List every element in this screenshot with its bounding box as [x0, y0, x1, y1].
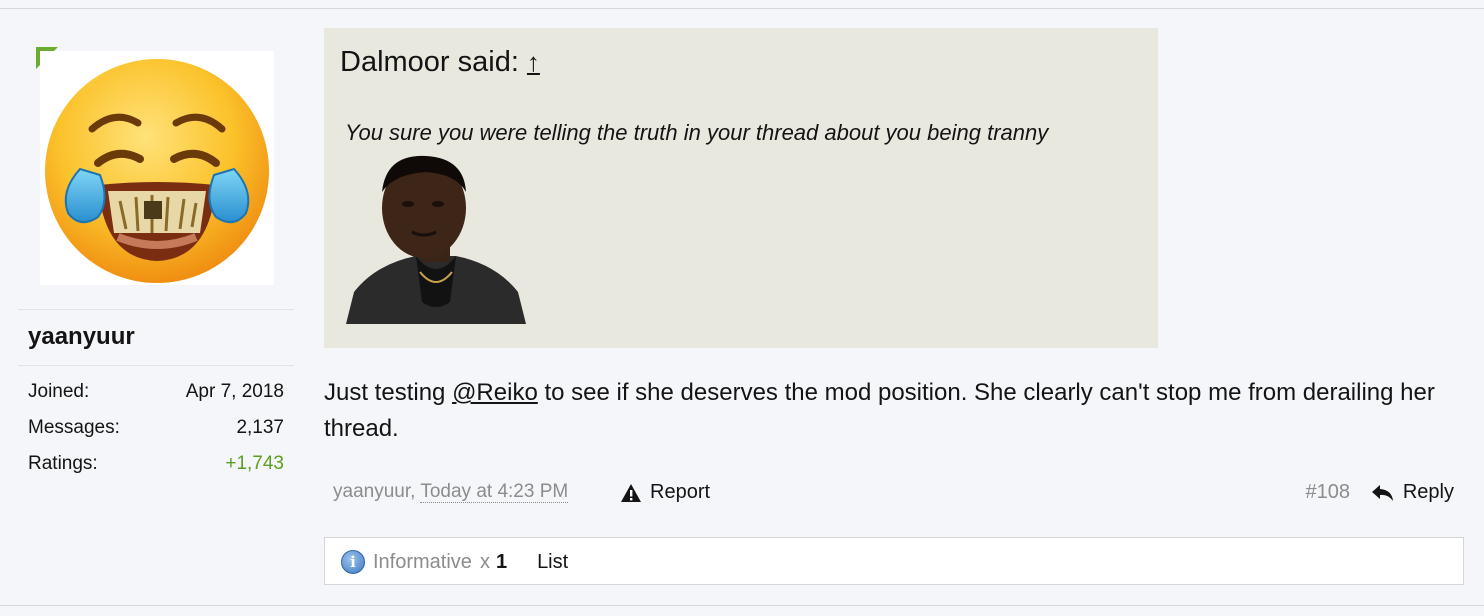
stat-value: +1,743 [225, 453, 284, 474]
forum-post: yaanyuur Joined: Apr 7, 2018 Messages: 2… [0, 8, 1484, 606]
stat-value: 2,137 [236, 417, 284, 438]
avatar[interactable] [40, 51, 274, 285]
reply-label: Reply [1402, 481, 1454, 503]
message-body: Just testing @Reiko to see if she deserv… [324, 375, 1444, 447]
stat-messages: Messages: 2,137 [28, 417, 284, 441]
stat-ratings: Ratings: +1,743 [28, 453, 284, 477]
ratings-bar: i Informative x 1 List [324, 537, 1464, 585]
user-divider-bottom [18, 365, 294, 366]
quoted-image[interactable] [346, 152, 526, 324]
report-label: Report [650, 481, 711, 503]
stat-label: Joined: [28, 381, 90, 402]
username-link[interactable]: yaanyuur [28, 323, 135, 351]
stat-label: Ratings: [28, 453, 98, 474]
user-mention-link[interactable]: @Reiko [452, 379, 538, 406]
quote-header: Dalmoor said: ↑ [340, 46, 540, 79]
rating-label: Informative [373, 550, 472, 573]
info-icon: i [341, 550, 365, 574]
stat-label: Messages: [28, 417, 120, 438]
meta-separator: , [410, 481, 421, 502]
post-author-link[interactable]: yaanyuur [333, 481, 410, 502]
warning-icon [621, 483, 641, 502]
quote-text: You sure you were telling the truth in y… [345, 120, 1049, 145]
stat-joined: Joined: Apr 7, 2018 [28, 381, 284, 405]
quote-author: Dalmoor said: [340, 46, 519, 78]
report-button[interactable]: Report [620, 481, 710, 504]
rating-multiplier: x [479, 550, 490, 573]
post-meta: yaanyuur, Today at 4:23 PM [333, 481, 569, 503]
reply-arrow-icon [1370, 484, 1393, 501]
rating-list-link[interactable]: List [537, 551, 568, 574]
rating-count: 1 [495, 550, 508, 573]
stat-value: Apr 7, 2018 [185, 381, 284, 402]
rating-summary: i Informative x 1 List [341, 550, 568, 574]
laughing-crying-emoji-icon [45, 59, 269, 283]
post-number-link[interactable]: #108 [1306, 481, 1351, 504]
jump-to-quote-icon[interactable]: ↑ [527, 47, 540, 78]
reply-button[interactable]: Reply [1370, 481, 1454, 504]
user-divider-top [18, 309, 294, 310]
post-timestamp-link[interactable]: Today at 4:23 PM [420, 481, 569, 503]
quote-block: Dalmoor said: ↑ You sure you were telling… [324, 28, 1158, 348]
person-photo-icon [346, 152, 526, 324]
message-text-start: Just testing [324, 379, 453, 406]
